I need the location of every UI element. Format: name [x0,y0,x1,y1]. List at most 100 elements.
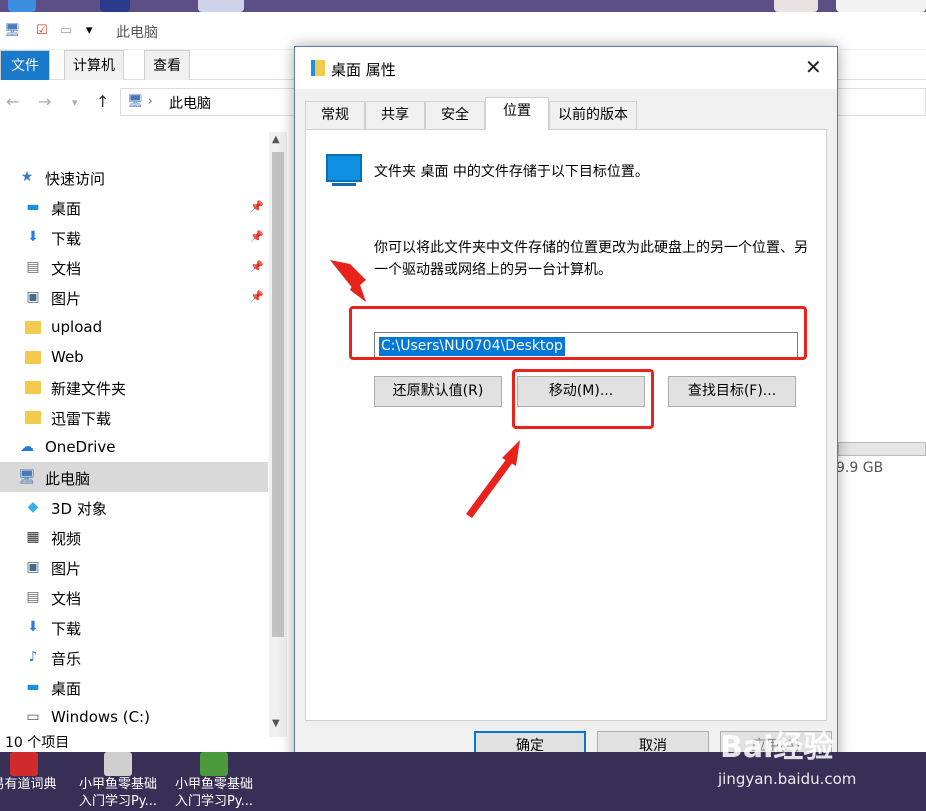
taskbar-item[interactable]: 小甲鱼零基础 入门学习Py... [70,752,166,811]
scroll-up-icon[interactable]: ▲ [272,134,280,145]
desktop-app-icon[interactable] [198,0,244,12]
desktop-icon: ▬ [26,679,40,695]
sidebar-item[interactable]: ☁ OneDrive [0,432,268,462]
sidebar-item-label: Windows (C:) [51,708,150,726]
folder-icon [24,318,42,336]
sidebar-item-label: 文档 [51,590,82,608]
sidebar-item[interactable]: ▬ 桌面 📌 [0,192,268,222]
sidebar-item[interactable]: upload [0,312,268,342]
sidebar-item[interactable]: ▦ 视频 [0,522,268,552]
film-icon: ▦ [26,529,40,545]
sidebar-item[interactable]: Web [0,342,268,372]
sidebar-item[interactable]: ▬ 桌面 [0,672,268,702]
dialog-title: 桌面 属性 [331,61,396,79]
watermark-logo: Bai经验 [720,730,834,765]
sidebar-item-label: 桌面 [51,680,82,698]
dialog-title-bar[interactable]: 桌面 属性 ✕ [295,47,837,89]
sidebar-item[interactable]: ▣ 图片 📌 [0,282,268,312]
location-description: 文件夹 桌面 中的文件存储于以下目标位置。 [374,164,649,180]
drive-free-space: 9.9 GB [836,460,884,476]
sidebar-item[interactable]: ★ 快速访问 [0,162,268,192]
desktop-background [0,0,926,12]
document-icon: ▤ [26,259,40,275]
sidebar-item[interactable]: 迅雷下载 [0,402,268,432]
close-icon[interactable]: ✕ [805,55,822,79]
sidebar-item-label: 图片 [51,560,82,578]
folder-icon [24,348,42,366]
pin-icon[interactable]: 📌 [250,230,264,243]
annotation-highlight-path [349,306,807,360]
computer-icon: 🖥 [18,469,36,485]
sidebar-item-label: 迅雷下载 [51,410,112,428]
navigation-pane-scrollbar[interactable]: ▲ ▼ [269,132,287,737]
computer-icon: 🖥 › [127,94,153,109]
sidebar-item-label: 快速访问 [45,170,106,188]
sidebar-item-label: Web [51,348,84,366]
sidebar-item-label: 音乐 [51,650,82,668]
taskbar-item[interactable]: 易有道词典 [0,752,72,811]
sidebar-item[interactable]: ◆ 3D 对象 [0,492,268,522]
tab-sharing[interactable]: 共享 [365,101,425,129]
music-note-icon: ♪ [28,649,38,665]
sidebar-item[interactable]: ⬇ 下载 [0,612,268,642]
tab-general[interactable]: 常规 [305,101,365,129]
sidebar-item-label: 下载 [51,230,82,248]
desktop-folder-icon [326,154,362,186]
desktop-app-icon[interactable] [100,0,130,12]
sidebar-item[interactable]: ⬇ 下载 📌 [0,222,268,252]
quick-access-toolbar: 🖥 ☑ ▭ ▾ 此电脑 [0,12,926,50]
new-folder-icon[interactable]: ▭ [60,23,72,38]
scroll-down-icon[interactable]: ▼ [272,718,280,729]
window-title: 此电脑 [116,25,158,41]
folder-icon [24,408,42,426]
star-icon: ★ [20,169,34,185]
sidebar-item[interactable]: ▤ 文档 [0,582,268,612]
sidebar-item[interactable]: ▭ Windows (C:) [0,702,268,732]
desktop-app-icon[interactable] [8,0,36,12]
pin-icon[interactable]: 📌 [250,200,264,213]
dialog-tabs: 常规 共享 安全 位置 以前的版本 [305,97,827,130]
ribbon-tab-computer[interactable]: 计算机 [64,50,124,80]
find-target-button[interactable]: 查找目标(F)... [668,376,796,407]
breadcrumb[interactable]: 此电脑 [169,93,211,113]
sidebar-item[interactable]: 新建文件夹 [0,372,268,402]
watermark-url: jingyan.baidu.com [718,770,857,788]
taskbar-item[interactable]: 小甲鱼零基础 入门学习Py... [166,752,262,811]
drive-usage-bar [838,442,926,456]
sidebar-item[interactable]: 🖥 此电脑 [0,462,268,492]
taskbar-item-label: 小甲鱼零基础 [78,777,157,792]
computer-icon[interactable]: 🖥 [4,23,21,38]
up-arrow-icon[interactable]: ↑ [96,92,109,111]
back-arrow-icon[interactable]: ← [6,92,19,111]
sidebar-item-label: 新建文件夹 [51,380,127,398]
tab-location[interactable]: 位置 [485,97,549,130]
folder-icon [24,378,42,396]
pin-icon[interactable]: 📌 [250,260,264,273]
pin-icon[interactable]: 📌 [250,290,264,303]
properties-check-icon[interactable]: ☑ [36,23,48,38]
recent-dropdown-icon[interactable]: ▾ [72,96,78,109]
ribbon-tab-view[interactable]: 查看 [144,50,190,80]
dropdown-caret-icon[interactable]: ▾ [86,23,93,38]
restore-default-button[interactable]: 还原默认值(R) [374,376,502,407]
tab-previous-versions[interactable]: 以前的版本 [549,101,637,129]
ribbon-tab-file[interactable]: 文件 [0,50,50,80]
scrollbar-thumb[interactable] [272,152,284,637]
tab-security[interactable]: 安全 [425,101,485,129]
sidebar-item-label: OneDrive [45,438,116,456]
desktop-app-icon[interactable] [836,0,926,12]
archive-app-icon [200,752,228,776]
sidebar-item-label: 文档 [51,260,82,278]
sidebar-item[interactable]: ♪ 音乐 [0,642,268,672]
sidebar-item[interactable]: ▤ 文档 📌 [0,252,268,282]
document-app-icon [104,752,132,776]
picture-icon: ▣ [26,559,40,575]
taskbar-item-sublabel: 入门学习Py... [174,794,254,809]
sidebar-item-label: 下载 [51,620,82,638]
cloud-icon: ☁ [20,439,34,455]
forward-arrow-icon[interactable]: → [38,92,51,111]
sidebar-item-label: 视频 [51,530,82,548]
sidebar-item[interactable]: ▣ 图片 [0,552,268,582]
taskbar-item-label: 易有道词典 [0,777,57,792]
desktop-app-icon[interactable] [774,0,818,12]
